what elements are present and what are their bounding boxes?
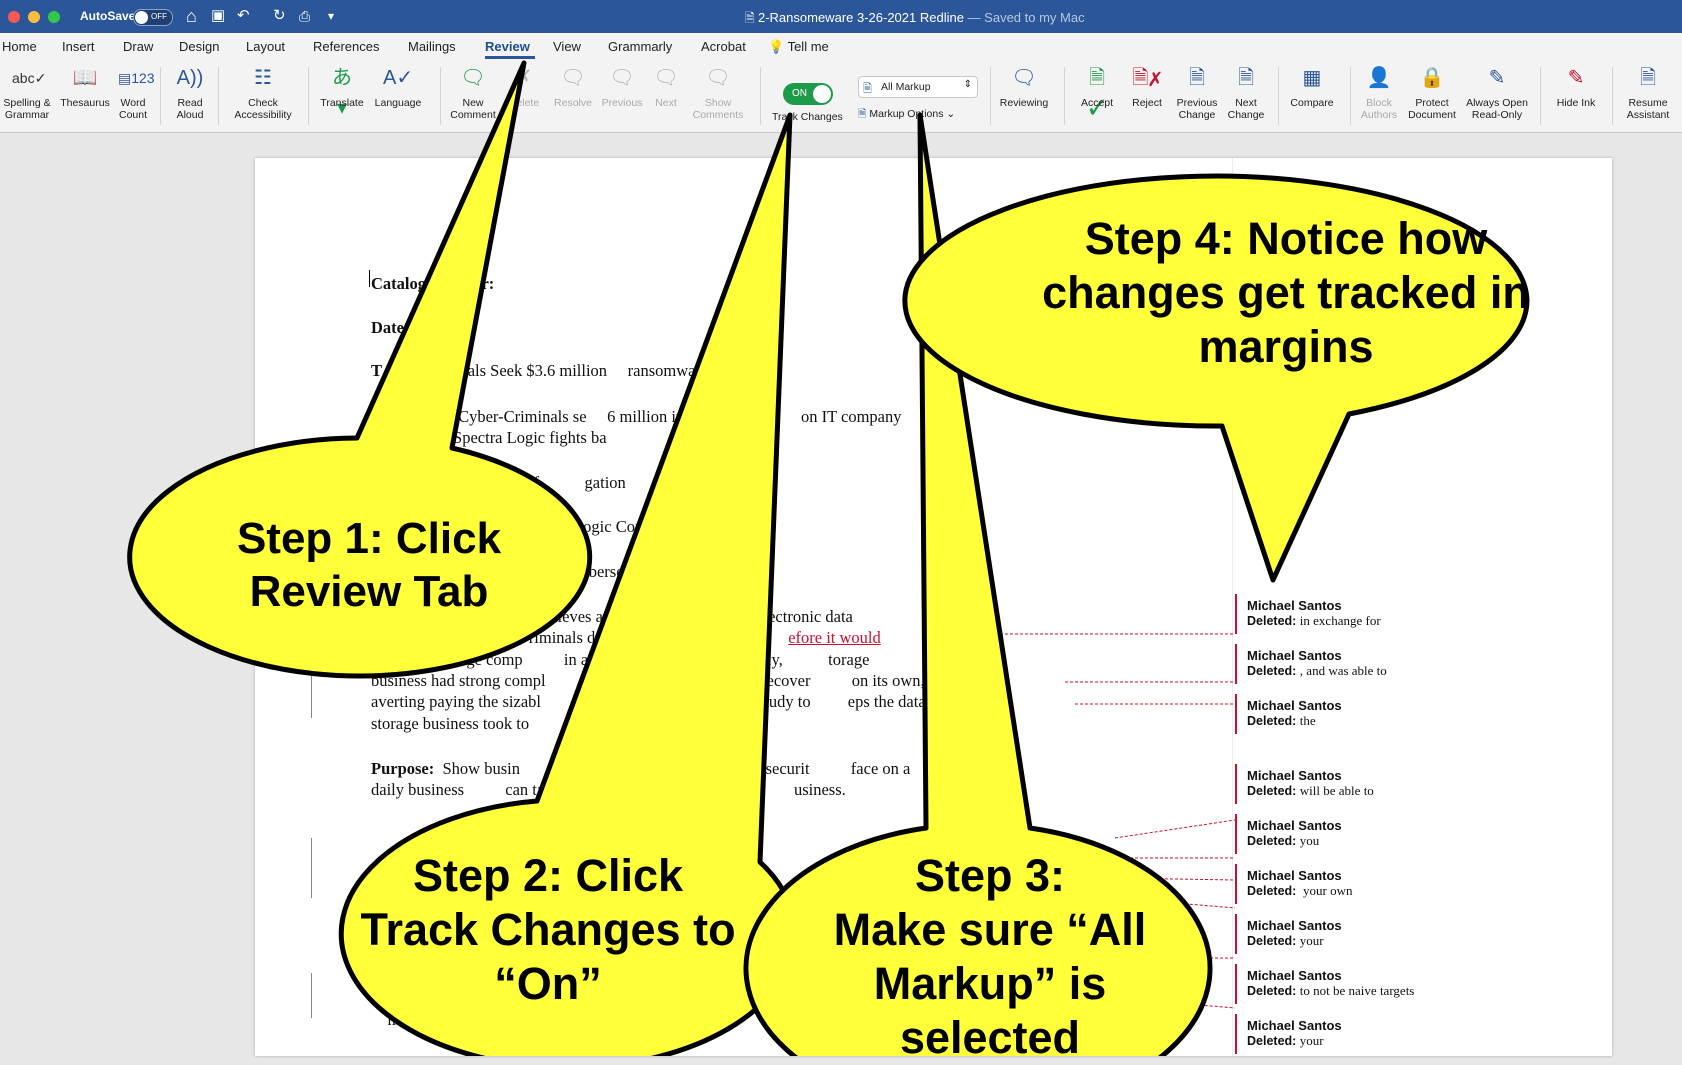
step1-text: Step 1: Click Review Tab [236, 514, 502, 616]
step3-text: Step 3: Make sure “All Markup” is selected [833, 850, 1147, 1063]
step4-text: Step 4: Notice how changes get tracked in… [1042, 213, 1530, 372]
step2-text: Step 2: Click Track Changes to “On” [360, 850, 736, 1009]
